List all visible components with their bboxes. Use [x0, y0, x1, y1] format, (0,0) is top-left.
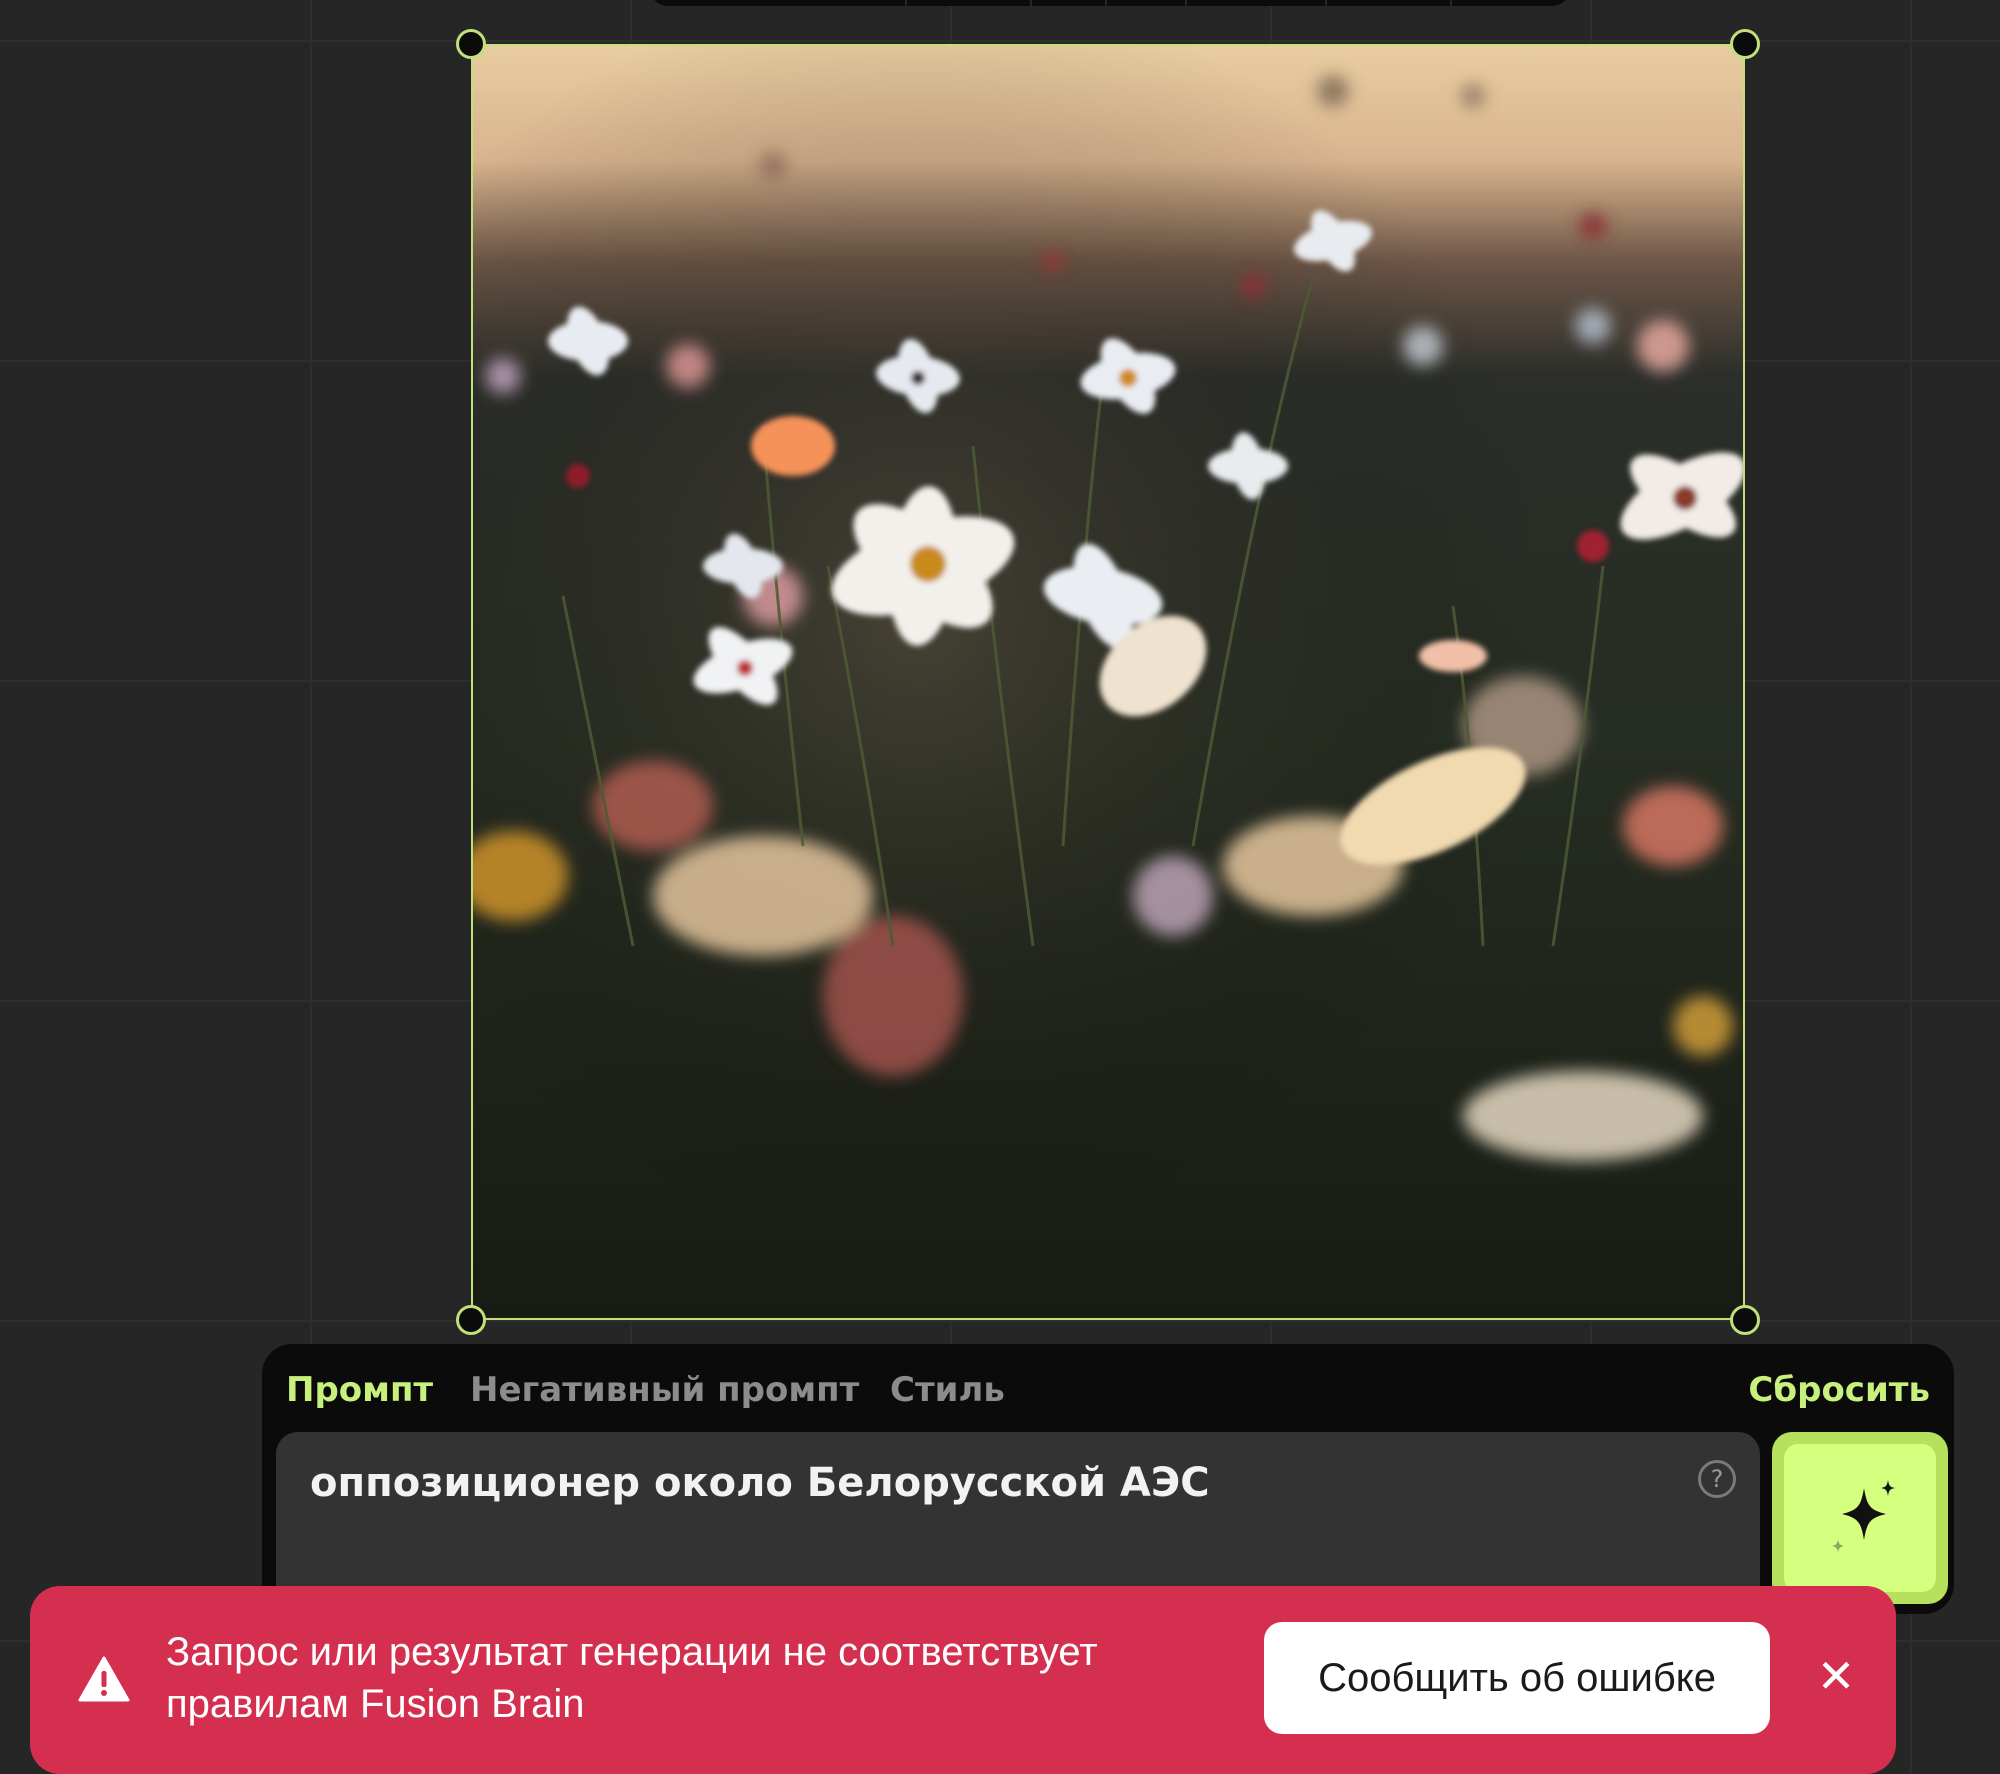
prompt-panel: Промпт Негативный промпт Стиль Сбросить … — [262, 1344, 1954, 1614]
resize-handle-top-left[interactable] — [456, 29, 486, 59]
toolbar-divider — [1030, 0, 1032, 6]
warning-icon — [78, 1656, 130, 1702]
generate-button-face — [1784, 1444, 1936, 1592]
prompt-input-value[interactable]: оппозиционер около Белорусской АЭС — [310, 1460, 1210, 1506]
tab-negative-prompt[interactable]: Негативный промпт — [470, 1370, 859, 1410]
toolbar-divider — [1450, 0, 1452, 6]
toolbar-divider — [1105, 0, 1107, 6]
flower-field-image — [473, 46, 1743, 1318]
sparkle-icon — [1832, 1480, 1895, 1552]
toolbar-divider — [905, 0, 907, 6]
toolbar-divider — [1325, 0, 1327, 6]
prompt-input[interactable]: оппозиционер около Белорусской АЭС ? — [276, 1432, 1760, 1612]
tab-style[interactable]: Стиль — [890, 1370, 1005, 1410]
resize-handle-top-right[interactable] — [1730, 29, 1760, 59]
reset-button[interactable]: Сбросить — [1748, 1370, 1930, 1410]
resize-handle-bottom-left[interactable] — [456, 1305, 486, 1335]
generated-image[interactable] — [471, 44, 1745, 1320]
generate-button[interactable] — [1772, 1432, 1948, 1604]
toast-message: Запрос или результат генерации не соотве… — [166, 1630, 1098, 1726]
question-icon[interactable]: ? — [1698, 1460, 1736, 1498]
error-toast: Запрос или результат генерации не соотве… — [30, 1586, 1896, 1774]
toolbar-divider — [1185, 0, 1187, 6]
resize-handle-bottom-right[interactable] — [1730, 1305, 1760, 1335]
report-error-button[interactable]: Сообщить об ошибке — [1264, 1622, 1770, 1734]
tab-prompt[interactable]: Промпт — [286, 1370, 433, 1410]
close-icon[interactable]: ✕ — [1808, 1648, 1864, 1704]
top-toolbar — [650, 0, 1570, 6]
